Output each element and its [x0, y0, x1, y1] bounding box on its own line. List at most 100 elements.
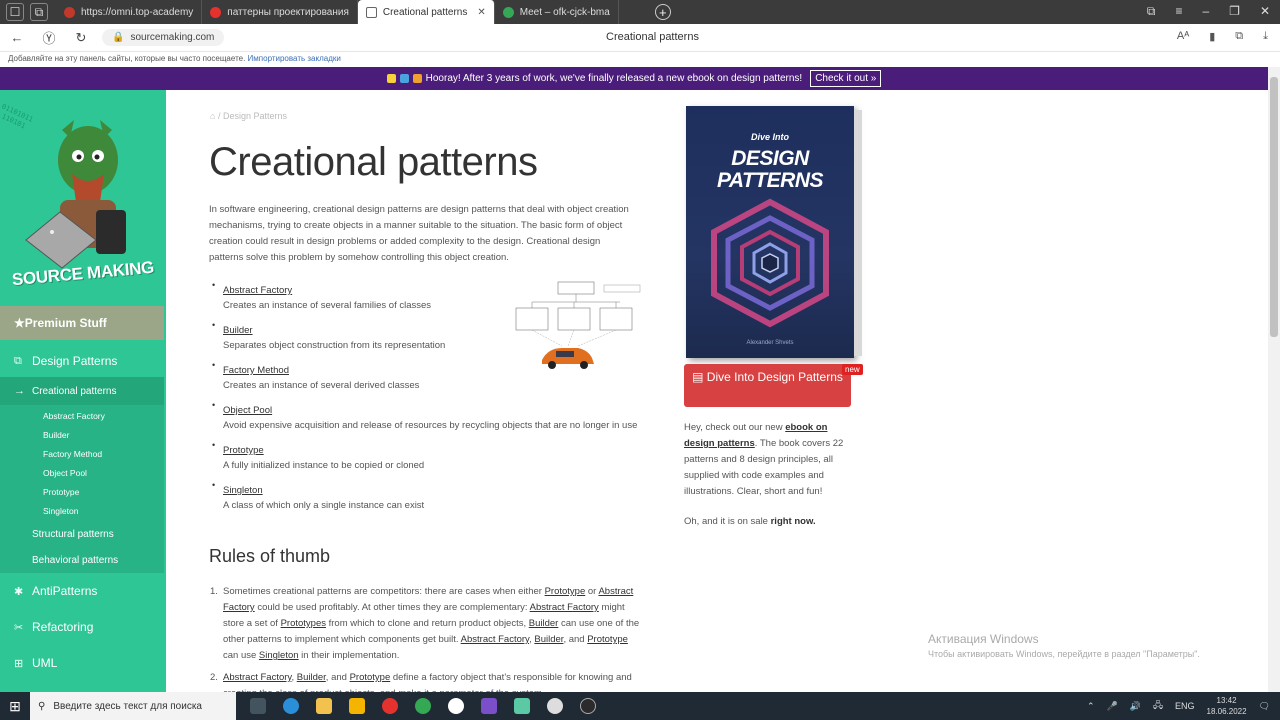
- new-tab-icon[interactable]: +: [654, 4, 671, 20]
- taskbar-search[interactable]: ⚲ Введите здесь текст для поиска: [30, 692, 236, 720]
- prototype-link[interactable]: Prototype: [545, 586, 586, 597]
- nav-behavioral-patterns[interactable]: Behavioral patterns: [0, 549, 164, 571]
- tab-omni[interactable]: https://omni.top-academy: [56, 0, 203, 24]
- sourcemaking-logo[interactable]: 01101011 110101 SOURCE MAKING: [0, 90, 166, 304]
- file-explorer-icon[interactable]: [316, 698, 332, 714]
- language-indicator[interactable]: ENG: [1175, 701, 1195, 711]
- list-item: Prototype A fully initialized instance to…: [212, 440, 642, 474]
- scrollbar-thumb[interactable]: [1270, 77, 1278, 337]
- nav-uml[interactable]: ⊞ UML: [0, 650, 164, 676]
- bookmark-bar-hint: Добавляйте на эту панель сайты, которые …: [0, 52, 1280, 66]
- window-controls: ⧉ ≡ – ❐ ✕: [1147, 4, 1270, 19]
- task-view-icon[interactable]: [250, 698, 266, 714]
- nav-prototype[interactable]: Prototype: [0, 482, 164, 501]
- edge-icon[interactable]: [283, 698, 299, 714]
- check-it-out-button[interactable]: Check it out »: [810, 70, 882, 87]
- yandex-app-icon[interactable]: [448, 698, 464, 714]
- import-bookmarks-link[interactable]: Импортировать закладки: [248, 54, 341, 63]
- menu-icon[interactable]: ≡: [1175, 4, 1182, 19]
- tab-list-icon[interactable]: ⧉: [30, 3, 48, 21]
- github-desktop-icon[interactable]: [547, 698, 563, 714]
- nav-antipatterns[interactable]: ✱ AntiPatterns: [0, 578, 164, 604]
- bookmark-icon[interactable]: ▮: [1209, 30, 1215, 43]
- abstract-factory-link[interactable]: Abstract Factory: [461, 634, 529, 645]
- abstract-factory-link[interactable]: Abstract Factory: [530, 602, 599, 613]
- visual-studio-icon[interactable]: [481, 698, 497, 714]
- page-title-in-bar: Creational patterns: [606, 31, 699, 43]
- search-icon: ⚲: [38, 700, 46, 712]
- restore-icon[interactable]: ❐: [1229, 4, 1240, 19]
- back-icon[interactable]: ←: [10, 30, 24, 45]
- volume-icon[interactable]: 🔊: [1130, 701, 1141, 712]
- nav-abstract-factory[interactable]: Abstract Factory: [0, 406, 164, 425]
- yandex-home-icon[interactable]: Ⓨ: [42, 28, 56, 47]
- nav-label: Refactoring: [32, 620, 94, 634]
- chrome-icon[interactable]: [415, 698, 431, 714]
- abstract-factory-link[interactable]: Abstract Factory: [223, 672, 291, 683]
- activation-title: Активация Windows: [928, 632, 1039, 646]
- extensions-icon[interactable]: ⧉: [1235, 30, 1243, 43]
- nav-creational-patterns[interactable]: → Creational patterns: [0, 377, 164, 405]
- close-window-icon[interactable]: ✕: [1260, 4, 1270, 19]
- book-spine: [854, 110, 862, 356]
- download-icon[interactable]: ⤓: [1263, 30, 1268, 43]
- chevron-up-icon[interactable]: ⌃: [1087, 701, 1095, 712]
- factory-method-link[interactable]: Factory Method: [223, 363, 289, 378]
- builder-link[interactable]: Builder: [297, 672, 326, 683]
- breadcrumb-link[interactable]: / Design Patterns: [218, 111, 287, 121]
- singleton-link[interactable]: Singleton: [259, 650, 299, 661]
- dive-into-design-patterns-button[interactable]: ▤ Dive Into Design Patterns: [684, 364, 851, 407]
- page-scrollbar[interactable]: [1268, 67, 1280, 692]
- ebook-cover[interactable]: Dive Into DESIGN PATTERNS Alexander Shvet…: [686, 106, 862, 358]
- object-pool-link[interactable]: Object Pool: [223, 403, 272, 418]
- nav-label: AntiPatterns: [32, 584, 98, 598]
- prototype-link[interactable]: Prototype: [223, 443, 264, 458]
- prototypes-link[interactable]: Prototypes: [281, 618, 326, 629]
- prototype-link[interactable]: Prototype: [587, 634, 628, 645]
- home-icon[interactable]: ⌂: [210, 111, 215, 121]
- network-icon[interactable]: 🖧: [1153, 698, 1163, 714]
- minimize-icon[interactable]: –: [1202, 4, 1209, 19]
- nav-label: Singleton: [43, 505, 79, 516]
- tab-creational-patterns[interactable]: Creational patterns ✕: [357, 0, 495, 24]
- nav-singleton[interactable]: Singleton: [0, 501, 164, 520]
- builder-link[interactable]: Builder: [534, 634, 563, 645]
- browser-menu-icon[interactable]: ☐: [6, 3, 24, 21]
- abstract-factory-link[interactable]: Abstract Factory: [223, 283, 292, 298]
- obs-icon[interactable]: [580, 698, 596, 714]
- windows-taskbar: ⊞ ⚲ Введите здесь текст для поиска ⌃ 🎤 🔊 …: [0, 692, 1280, 720]
- collections-icon[interactable]: ⧉: [1147, 4, 1156, 19]
- list-number: 2.: [210, 672, 218, 683]
- webstorm-icon[interactable]: [514, 698, 530, 714]
- nav-factory-method[interactable]: Factory Method: [0, 444, 164, 463]
- book-author: Alexander Shvets: [746, 340, 794, 346]
- singleton-link[interactable]: Singleton: [223, 483, 263, 498]
- tab-patterns-search[interactable]: паттерны проектирования: [202, 0, 358, 24]
- tab-meet[interactable]: Meet – ofk-cjck-bma: [495, 0, 619, 24]
- windows-start-icon[interactable]: ⊞: [0, 698, 30, 715]
- reload-icon[interactable]: ↻: [74, 30, 88, 46]
- store-icon[interactable]: [349, 698, 365, 714]
- microphone-icon[interactable]: 🎤: [1107, 701, 1118, 712]
- nav-refactoring[interactable]: ✂ Refactoring: [0, 614, 164, 640]
- rule-text: or: [585, 586, 599, 597]
- yandex-favicon-icon: [210, 6, 222, 18]
- nav-structural-patterns[interactable]: Structural patterns: [0, 523, 164, 545]
- nav-premium-stuff[interactable]: ★ Premium Stuff: [0, 306, 164, 340]
- rule-text: could be used profitably. At other times…: [254, 602, 530, 613]
- prototype-link[interactable]: Prototype: [350, 672, 391, 683]
- close-tab-icon[interactable]: ✕: [477, 7, 485, 18]
- yandex-browser-icon[interactable]: [382, 698, 398, 714]
- builder-link[interactable]: Builder: [529, 618, 559, 629]
- breadcrumb: ⌂ / Design Patterns: [210, 111, 287, 121]
- nav-builder[interactable]: Builder: [0, 425, 164, 444]
- translate-icon[interactable]: Aᴬ: [1177, 30, 1189, 43]
- rule-text: in their implementation.: [298, 650, 400, 661]
- nav-object-pool[interactable]: Object Pool: [0, 463, 164, 482]
- notifications-icon[interactable]: 🗨: [1259, 701, 1270, 712]
- meet-favicon-icon: [502, 6, 514, 18]
- clock[interactable]: 13:42 18.06.2022: [1207, 695, 1247, 717]
- nav-design-patterns[interactable]: ⧉ Design Patterns: [0, 348, 164, 374]
- builder-link[interactable]: Builder: [223, 323, 253, 338]
- url-field[interactable]: 🔒 sourcemaking.com: [102, 29, 225, 46]
